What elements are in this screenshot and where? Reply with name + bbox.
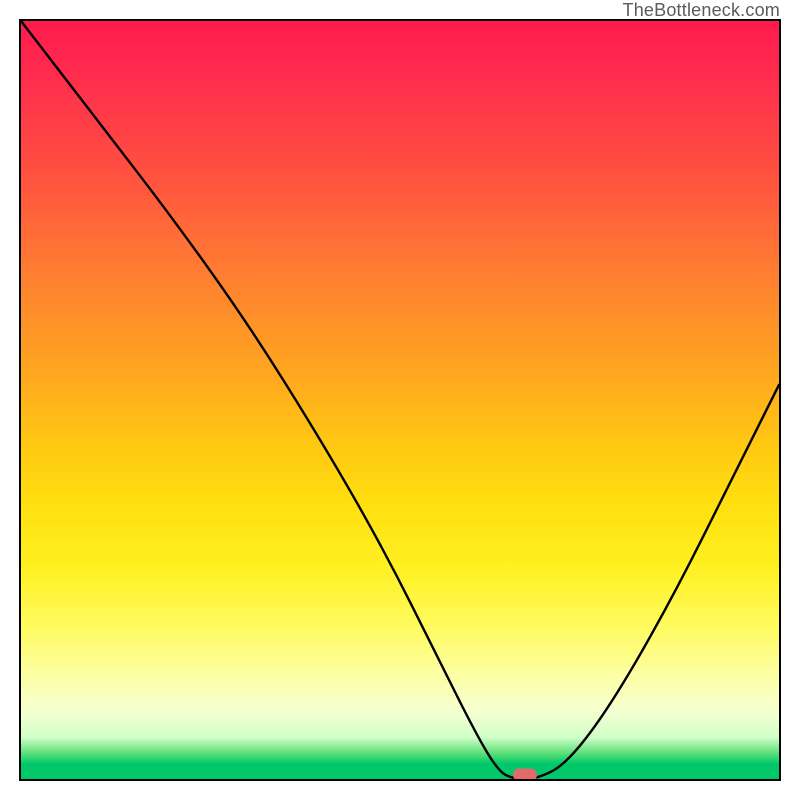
bottleneck-curve-path: [21, 21, 779, 779]
optimal-point-marker: [513, 769, 537, 782]
chart-frame: [19, 19, 781, 781]
bottleneck-curve: [21, 21, 779, 779]
attribution-text: TheBottleneck.com: [623, 0, 780, 21]
